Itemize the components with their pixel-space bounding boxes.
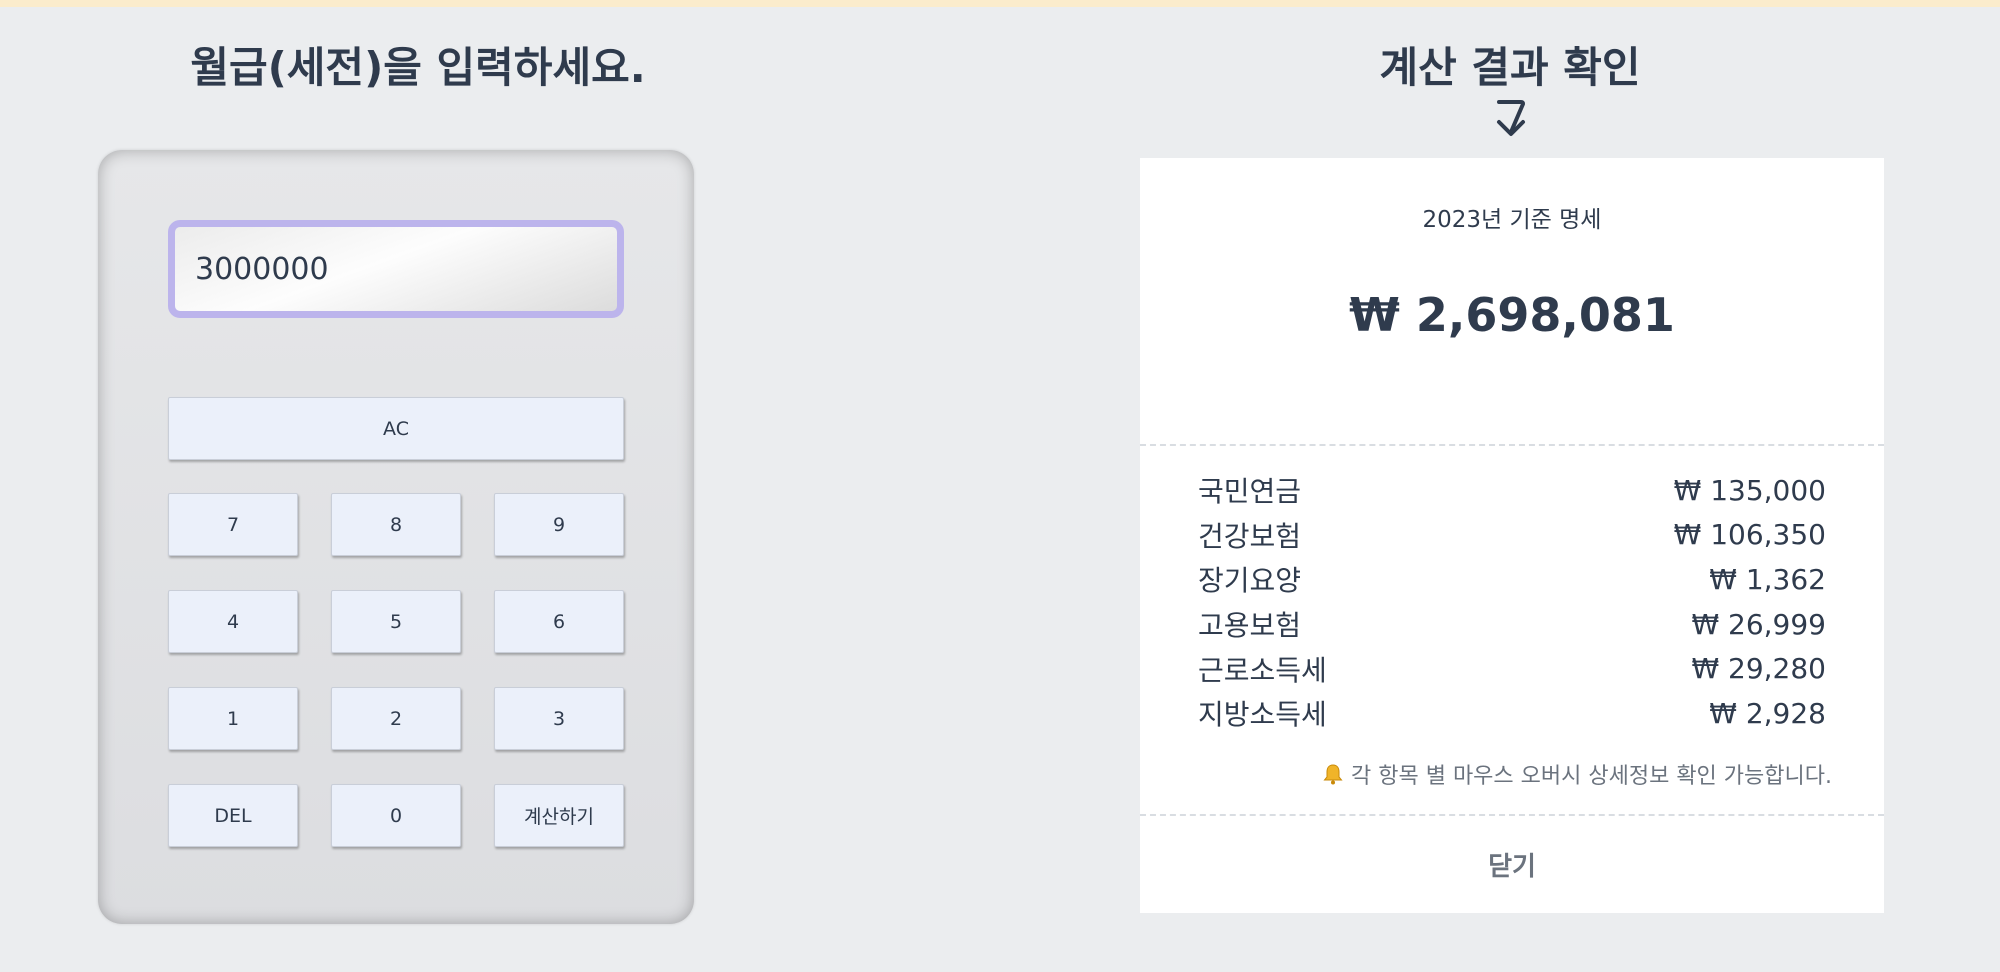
key-4-button[interactable]: 4 — [168, 590, 298, 653]
key-1-button[interactable]: 1 — [168, 687, 298, 750]
deduction-amount: ₩ 1,362 — [1709, 562, 1826, 596]
key-3-button[interactable]: 3 — [494, 687, 624, 750]
deduction-amount: ₩ 26,999 — [1691, 607, 1826, 641]
top-accent-strip — [0, 0, 2000, 7]
clear-all-button[interactable]: AC — [168, 397, 624, 460]
hover-hint-note: 각 항목 별 마우스 오버시 상세정보 확인 가능합니다. — [1321, 758, 1832, 790]
key-0-button[interactable]: 0 — [331, 784, 461, 847]
calculate-button[interactable]: 계산하기 — [494, 784, 624, 847]
calculator: AC 7 8 9 4 5 6 1 2 3 DEL 0 계산하기 — [98, 150, 694, 924]
deduction-amount: ₩ 2,928 — [1709, 696, 1826, 730]
key-5-button[interactable]: 5 — [331, 590, 461, 653]
hover-hint-text: 각 항목 별 마우스 오버시 상세정보 확인 가능합니다. — [1351, 764, 1832, 789]
delete-button[interactable]: DEL — [168, 784, 298, 847]
deduction-row-local-income-tax[interactable]: 지방소득세 ₩ 2,928 — [1198, 691, 1826, 736]
dashed-divider — [1140, 444, 1884, 446]
deduction-label: 고용보험 — [1198, 609, 1302, 643]
key-8-button[interactable]: 8 — [331, 493, 461, 556]
deduction-amount: ₩ 106,350 — [1673, 518, 1826, 552]
key-6-button[interactable]: 6 — [494, 590, 624, 653]
key-2-button[interactable]: 2 — [331, 687, 461, 750]
curved-arrow-down-icon — [1497, 100, 1525, 136]
deduction-row-national-pension[interactable]: 국민연금 ₩ 135,000 — [1198, 468, 1826, 513]
input-section-title: 월급(세전)을 입력하세요. — [190, 43, 646, 92]
bell-icon — [1323, 764, 1343, 785]
key-9-button[interactable]: 9 — [494, 493, 624, 556]
salary-input[interactable] — [168, 220, 624, 318]
deduction-label: 지방소득세 — [1198, 698, 1327, 732]
deduction-label: 국민연금 — [1198, 475, 1302, 509]
deduction-list: 국민연금 ₩ 135,000 건강보험 ₩ 106,350 장기요양 ₩ 1,3… — [1198, 468, 1826, 736]
result-card: 2023년 기준 명세 ₩ 2,698,081 국민연금 ₩ 135,000 건… — [1140, 158, 1884, 913]
deduction-amount: ₩ 29,280 — [1691, 652, 1826, 686]
deduction-label: 장기요양 — [1198, 564, 1302, 598]
net-salary-amount: ₩ 2,698,081 — [1349, 288, 1675, 342]
deduction-amount: ₩ 135,000 — [1673, 473, 1826, 507]
deduction-row-health-insurance[interactable]: 건강보험 ₩ 106,350 — [1198, 513, 1826, 558]
deduction-label: 근로소득세 — [1198, 653, 1327, 687]
result-basis-label: 2023년 기준 명세 — [1422, 207, 1602, 233]
result-section-title: 계산 결과 확인 — [1379, 43, 1641, 92]
key-7-button[interactable]: 7 — [168, 493, 298, 556]
deduction-label: 건강보험 — [1198, 519, 1302, 553]
deduction-row-employment-insurance[interactable]: 고용보험 ₩ 26,999 — [1198, 602, 1826, 647]
close-button[interactable]: 닫기 — [1140, 816, 1884, 913]
deduction-row-long-term-care[interactable]: 장기요양 ₩ 1,362 — [1198, 557, 1826, 602]
deduction-row-income-tax[interactable]: 근로소득세 ₩ 29,280 — [1198, 646, 1826, 691]
